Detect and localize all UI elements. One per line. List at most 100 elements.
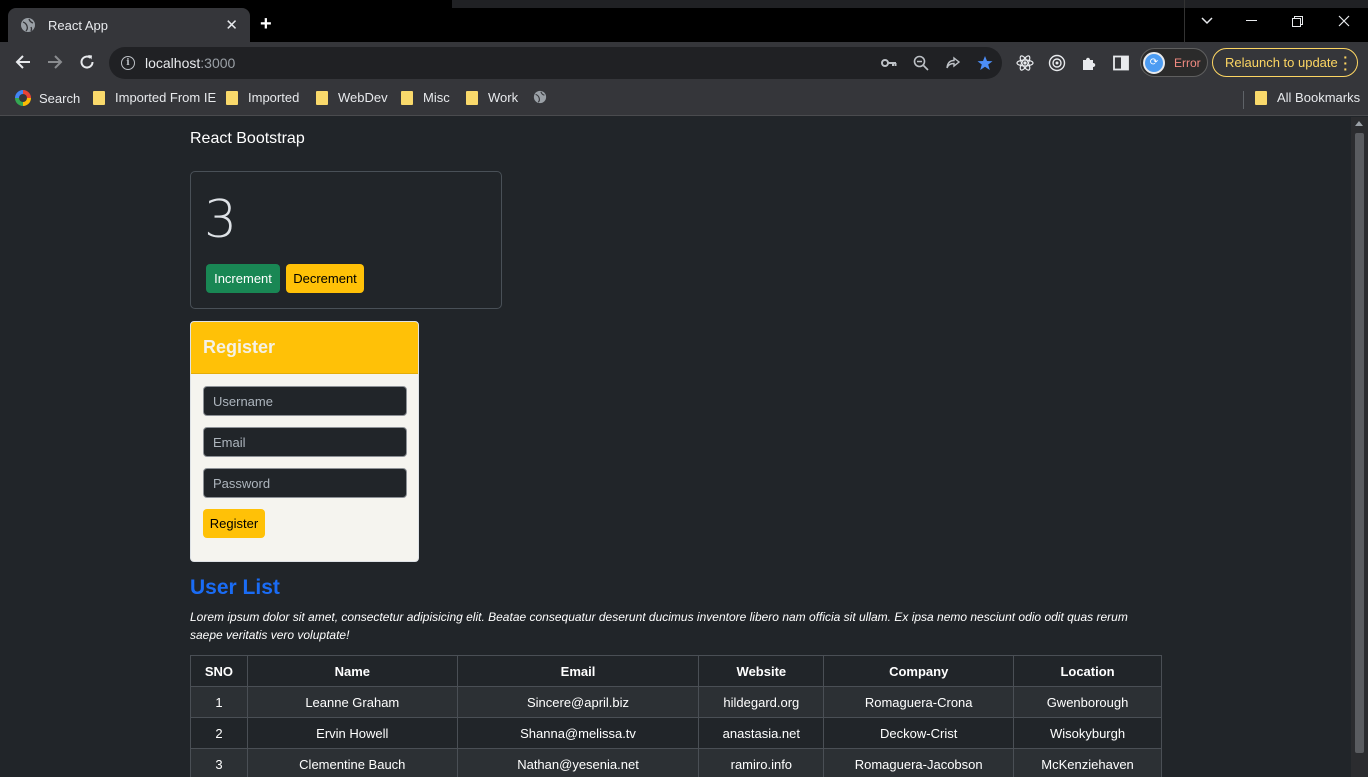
profile-error-chip[interactable]: ⟳ Error	[1140, 48, 1208, 77]
column-header: Company	[823, 655, 1015, 687]
table-header-row: SNO Name Email Website Company Location	[190, 655, 1162, 687]
table-cell: 3	[190, 748, 248, 777]
all-bookmarks-label: All Bookmarks	[1277, 90, 1361, 105]
window-close-icon[interactable]	[1320, 0, 1368, 42]
username-field[interactable]	[203, 386, 407, 416]
folder-icon	[1255, 90, 1267, 105]
react-devtools-icon[interactable]	[1016, 54, 1034, 72]
column-header: Name	[246, 655, 458, 687]
bookmark-imported[interactable]: Imported	[226, 90, 299, 105]
table-row: 2 Ervin Howell Shanna@melissa.tv anastas…	[190, 717, 1162, 749]
table-cell: Ervin Howell	[246, 717, 458, 749]
address-bar[interactable]: i localhost:3000	[109, 47, 1002, 79]
column-header: Website	[698, 655, 825, 687]
column-header: SNO	[190, 655, 248, 687]
increment-button[interactable]: Increment	[206, 264, 280, 293]
reload-icon[interactable]	[77, 52, 97, 72]
table-cell: Gwenborough	[1013, 686, 1162, 718]
bookmark-label: Search	[39, 90, 81, 106]
table-cell: anastasia.net	[698, 717, 825, 749]
decrement-button[interactable]: Decrement	[286, 264, 364, 293]
scrollbar-thumb[interactable]	[1355, 133, 1364, 753]
table-cell: 1	[190, 686, 248, 718]
table-cell: ramiro.info	[698, 748, 825, 777]
folder-icon	[316, 90, 328, 105]
page-viewport: React Bootstrap 3 Increment Decrement Re…	[0, 117, 1351, 777]
zoom-out-icon[interactable]	[912, 54, 930, 72]
table-cell: Clementine Bauch	[246, 748, 458, 777]
register-title: Register	[191, 322, 418, 374]
folder-icon	[466, 90, 478, 105]
password-field[interactable]	[203, 468, 407, 498]
folder-icon	[401, 90, 413, 105]
folder-icon	[93, 90, 105, 105]
user-list-description: Lorem ipsum dolor sit amet, consectetur …	[190, 610, 1128, 642]
table-cell: Sincere@april.biz	[456, 686, 700, 718]
navbar-brand[interactable]: React Bootstrap	[190, 130, 305, 148]
bookmark-work[interactable]: Work	[466, 90, 518, 105]
bookmark-label: Work	[488, 90, 519, 105]
bookmarks-bar: Search Imported From IE Imported WebDev …	[0, 82, 1368, 116]
url-host: localhost	[145, 55, 201, 71]
column-header: Email	[456, 655, 700, 687]
browser-tab[interactable]: React App ✕	[8, 8, 250, 42]
tab-close-icon[interactable]: ✕	[225, 16, 238, 34]
bookmark-label: Imported	[248, 90, 300, 105]
globe-icon	[533, 90, 547, 104]
table-row: 3 Clementine Bauch Nathan@yesenia.net ra…	[190, 748, 1162, 777]
tab-search-icon[interactable]	[1184, 0, 1228, 42]
site-info-icon[interactable]: i	[121, 56, 135, 70]
register-button[interactable]: Register	[203, 509, 265, 538]
table-cell: Wisokyburgh	[1013, 717, 1162, 749]
counter-card: 3 Increment Decrement	[190, 171, 502, 309]
key-icon[interactable]	[880, 54, 898, 72]
bookmark-search[interactable]: Search	[15, 90, 80, 106]
more-menu-icon[interactable]: · · ·	[1343, 50, 1348, 76]
table-row: 1 Leanne Graham Sincere@april.biz hildeg…	[190, 686, 1162, 718]
bookmark-star-icon[interactable]	[976, 54, 994, 72]
side-panel-icon[interactable]	[1112, 54, 1130, 72]
table-cell: Deckow-Crist	[823, 717, 1015, 749]
relaunch-label: Relaunch to update	[1225, 55, 1338, 70]
share-icon[interactable]	[944, 54, 962, 72]
back-icon[interactable]	[13, 52, 33, 72]
counter-value: 3	[204, 190, 238, 250]
google-icon	[15, 90, 31, 106]
bookmark-webdev[interactable]: WebDev	[316, 90, 388, 105]
new-tab-icon[interactable]: +	[260, 14, 272, 34]
bookmark-misc[interactable]: Misc	[401, 90, 450, 105]
page-scrollbar[interactable]	[1351, 117, 1368, 777]
url-port: :3000	[200, 55, 236, 71]
table-cell: Nathan@yesenia.net	[456, 748, 700, 777]
profile-error-label: Error	[1174, 55, 1201, 70]
extensions-puzzle-icon[interactable]	[1080, 54, 1098, 72]
minimize-icon[interactable]	[1228, 0, 1274, 42]
all-bookmarks[interactable]: All Bookmarks	[1255, 90, 1360, 105]
extension-target-icon[interactable]	[1048, 54, 1066, 72]
tab-title: React App	[48, 17, 108, 33]
bookmark-imported-from-ie[interactable]: Imported From IE	[93, 90, 216, 105]
scroll-up-arrow-icon[interactable]	[1355, 121, 1363, 126]
restore-icon[interactable]	[1274, 0, 1320, 42]
bookmark-label: Imported From IE	[115, 90, 217, 105]
relaunch-button[interactable]: Relaunch to update · · ·	[1212, 48, 1358, 77]
browser-toolbar: i localhost:3000 ⟳ Error Relaunch to upd…	[0, 42, 1368, 82]
table-cell: McKenziehaven	[1013, 748, 1162, 777]
bookmark-label: Misc	[423, 90, 450, 105]
bookmarks-separator	[1243, 91, 1244, 109]
table-cell: 2	[190, 717, 248, 749]
browser-titlebar: React App ✕ +	[0, 0, 1368, 42]
table-cell: Romaguera-Jacobson	[823, 748, 1015, 777]
folder-icon	[226, 90, 238, 105]
bookmark-label: WebDev	[338, 90, 388, 105]
table-cell: Romaguera-Crona	[823, 686, 1015, 718]
table-cell: hildegard.org	[698, 686, 825, 718]
profile-avatar-icon: ⟳	[1143, 51, 1165, 74]
forward-icon[interactable]	[45, 52, 65, 72]
user-list-title: User List	[190, 576, 280, 599]
users-table: SNO Name Email Website Company Location …	[190, 655, 1162, 777]
bookmark-globe[interactable]	[533, 90, 547, 104]
column-header: Location	[1013, 655, 1162, 687]
email-field[interactable]	[203, 427, 407, 457]
globe-icon	[21, 18, 35, 32]
